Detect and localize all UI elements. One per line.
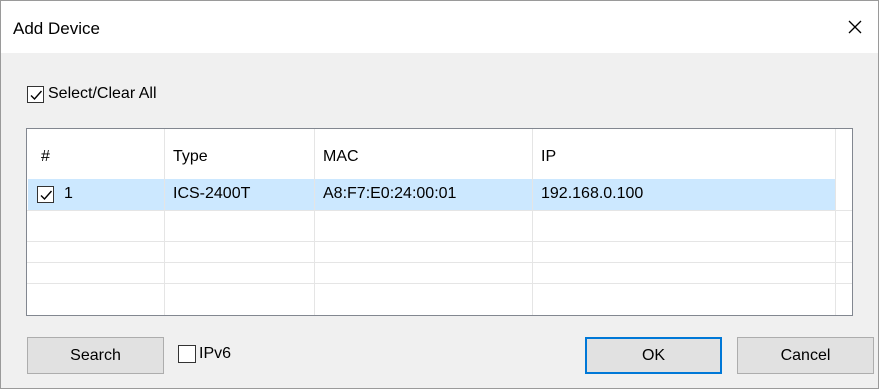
ok-button[interactable]: OK xyxy=(585,337,722,374)
column-divider xyxy=(164,129,165,315)
ipv6-checkbox[interactable]: IPv6 xyxy=(178,345,231,363)
checkbox-unchecked[interactable] xyxy=(178,345,196,363)
cell-ip: 192.168.0.100 xyxy=(541,185,644,202)
device-list[interactable]: # Type MAC IP 1 ICS-2400T A8:F7:E0:24:00… xyxy=(26,128,853,316)
checkmark-icon xyxy=(40,190,53,200)
select-clear-all-checkbox[interactable]: Select/Clear All xyxy=(27,85,157,103)
column-header-mac[interactable]: MAC xyxy=(323,148,359,166)
column-header-ip[interactable]: IP xyxy=(541,148,556,166)
close-icon xyxy=(848,20,862,34)
cancel-button[interactable]: Cancel xyxy=(737,337,874,374)
cell-type: ICS-2400T xyxy=(173,185,251,202)
row-number: 1 xyxy=(64,185,73,202)
search-button[interactable]: Search xyxy=(27,337,164,374)
add-device-dialog: Add Device Select/Clear All # Type MAC I… xyxy=(0,0,879,389)
select-clear-all-label: Select/Clear All xyxy=(48,85,157,102)
row-divider xyxy=(27,210,852,211)
column-divider xyxy=(314,129,315,315)
row-divider xyxy=(27,262,852,263)
column-header-number[interactable]: # xyxy=(41,148,50,166)
cell-mac: A8:F7:E0:24:00:01 xyxy=(323,185,457,202)
column-header-type[interactable]: Type xyxy=(173,148,208,166)
checkbox-checked[interactable] xyxy=(27,85,44,103)
row-divider xyxy=(27,241,852,242)
close-button[interactable] xyxy=(832,1,878,53)
column-divider xyxy=(532,129,533,315)
column-divider xyxy=(835,129,836,315)
row-divider xyxy=(27,283,852,284)
ipv6-label: IPv6 xyxy=(199,345,232,362)
window-title: Add Device xyxy=(13,19,100,38)
checkmark-icon xyxy=(30,90,43,100)
row-checkbox[interactable]: 1 xyxy=(37,185,73,203)
title-bar: Add Device xyxy=(1,1,878,53)
checkbox-checked[interactable] xyxy=(37,185,54,203)
